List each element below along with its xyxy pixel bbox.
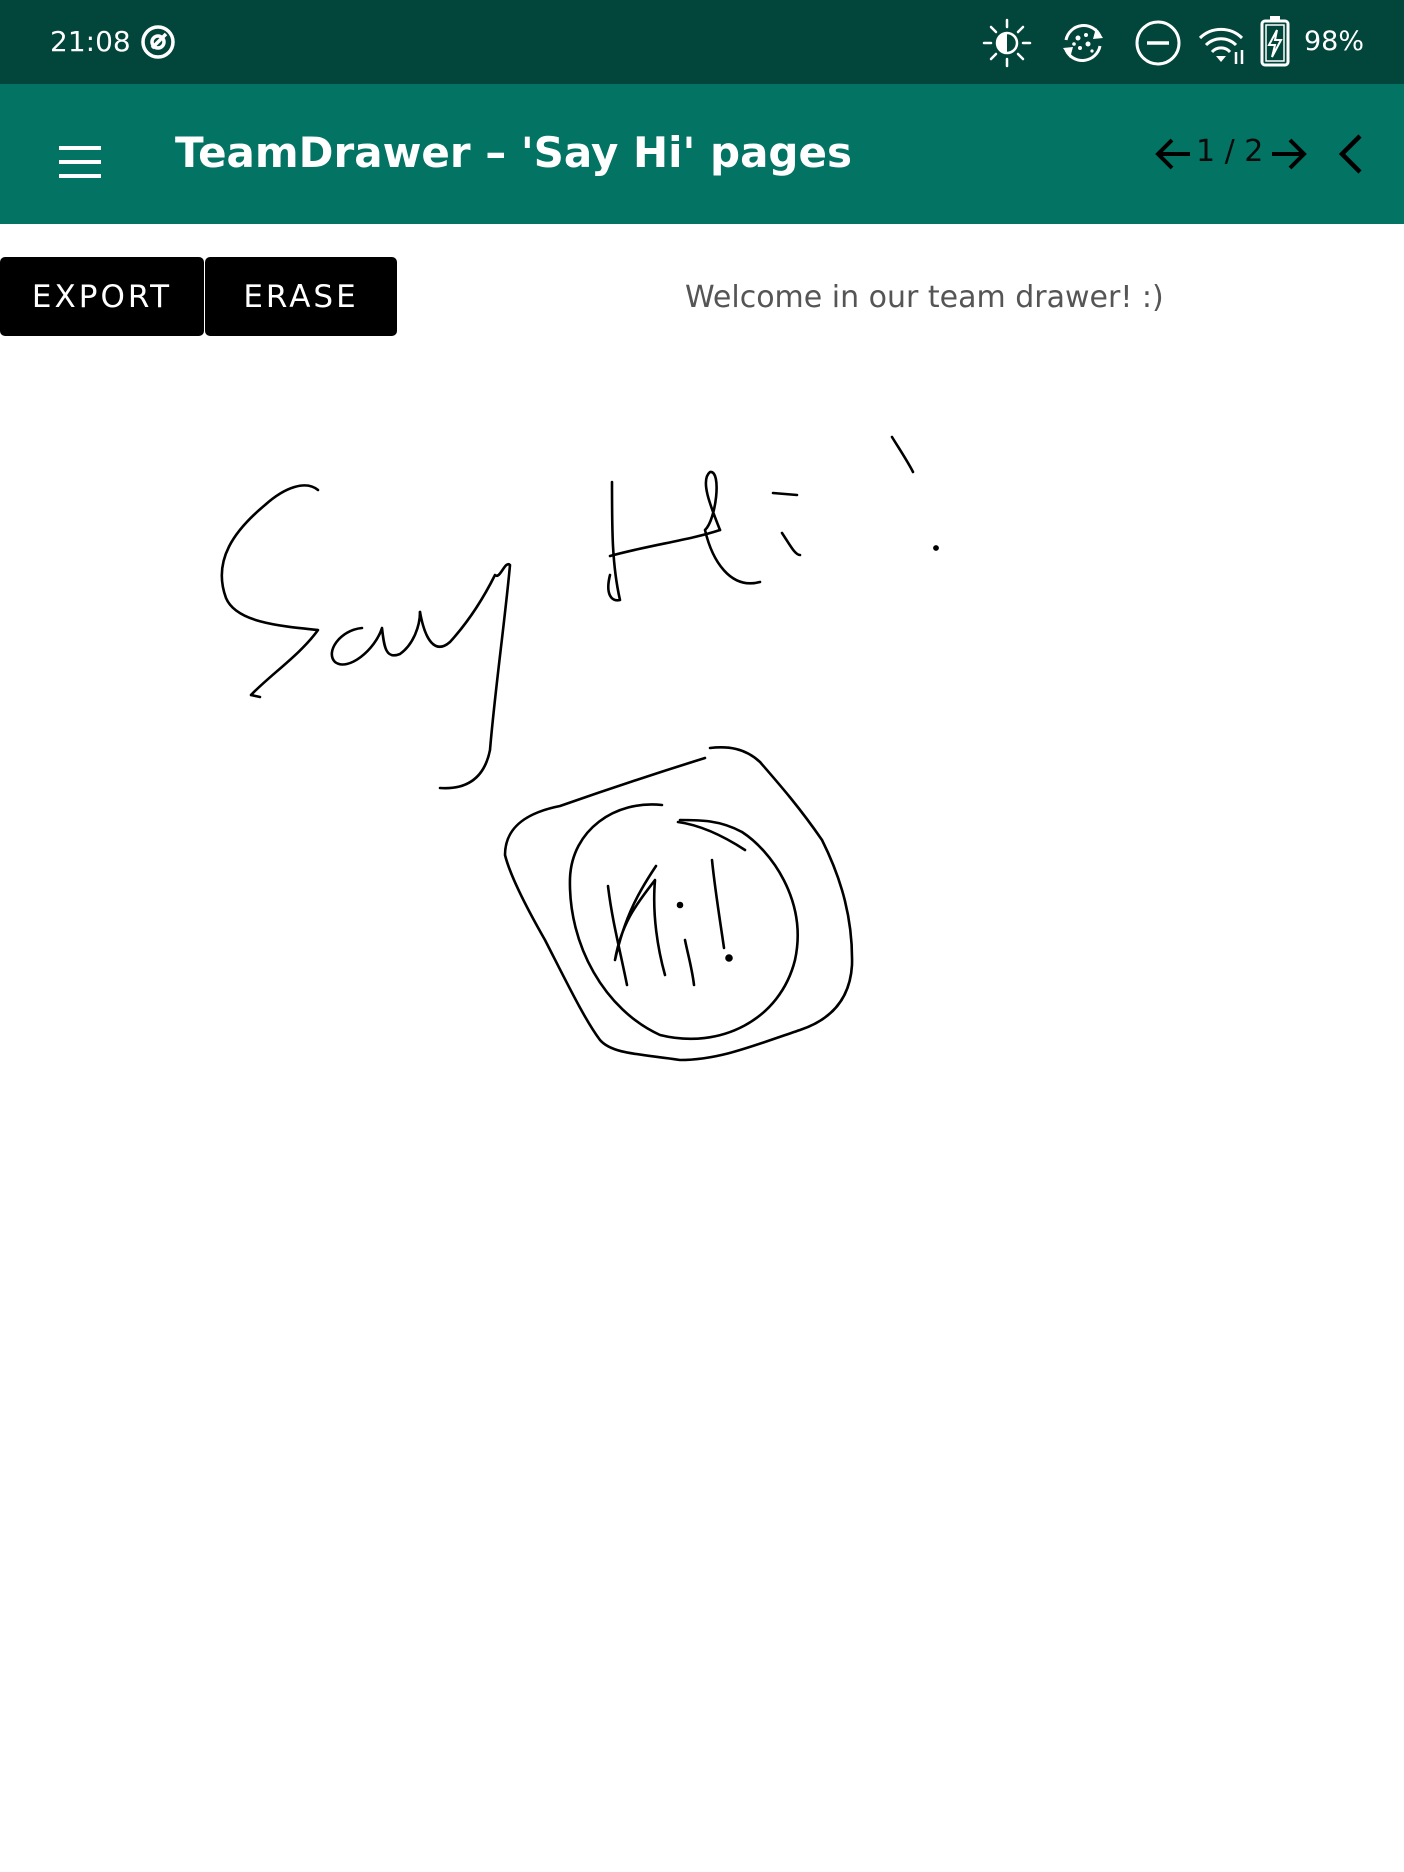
ink-stamp-i bbox=[683, 938, 696, 987]
status-time: 21:08 bbox=[50, 25, 131, 58]
ink-stamp-exclaim bbox=[710, 858, 726, 950]
status-bar: 21:08 98% bbox=[0, 0, 1404, 84]
ink-stroke-s bbox=[220, 484, 320, 699]
erase-button[interactable]: ERASE bbox=[205, 257, 397, 336]
battery-percentage: 98% bbox=[1304, 26, 1365, 57]
ink-stamp-inner bbox=[568, 803, 799, 1041]
chevron-left-icon[interactable] bbox=[1326, 128, 1378, 180]
ink-stroke-h-right bbox=[703, 470, 762, 585]
battery-charging-icon bbox=[1260, 16, 1290, 67]
ink-stroke-exclaim bbox=[890, 435, 915, 474]
hamburger-menu-icon[interactable] bbox=[50, 132, 110, 192]
welcome-message: Welcome in our team drawer! :) bbox=[685, 280, 1164, 315]
app-title: TeamDrawer – 'Say Hi' pages bbox=[175, 128, 852, 177]
ink-stroke-h-left bbox=[607, 480, 622, 602]
page-indicator: 1 / 2 bbox=[1196, 134, 1264, 169]
ink-stamp-h-left bbox=[606, 884, 629, 987]
sync-app-icon bbox=[141, 25, 175, 59]
arrow-left-icon[interactable] bbox=[1150, 128, 1202, 180]
ink-stamp-exclaim-dot bbox=[725, 954, 733, 962]
ink-stroke-i-body bbox=[780, 531, 802, 557]
ink-stroke-h-cross bbox=[608, 528, 722, 558]
wifi-icon bbox=[1198, 27, 1244, 64]
drawing-canvas[interactable] bbox=[0, 340, 1404, 1872]
ink-stroke-i-top bbox=[771, 491, 799, 497]
ink-dot bbox=[933, 545, 939, 551]
ink-stamp-arc bbox=[676, 820, 747, 852]
app-bar: TeamDrawer – 'Say Hi' pages 1 / 2 bbox=[0, 84, 1404, 224]
ink-stroke-y bbox=[418, 562, 512, 790]
do-not-disturb-icon bbox=[1135, 20, 1181, 66]
ink-stroke-a bbox=[330, 610, 422, 666]
ink-stamp-i-dot bbox=[676, 901, 684, 909]
brightness-icon bbox=[982, 18, 1032, 68]
arrow-right-icon[interactable] bbox=[1268, 128, 1320, 180]
refresh-screen-icon bbox=[1063, 24, 1103, 62]
export-button[interactable]: EXPORT bbox=[0, 257, 204, 336]
